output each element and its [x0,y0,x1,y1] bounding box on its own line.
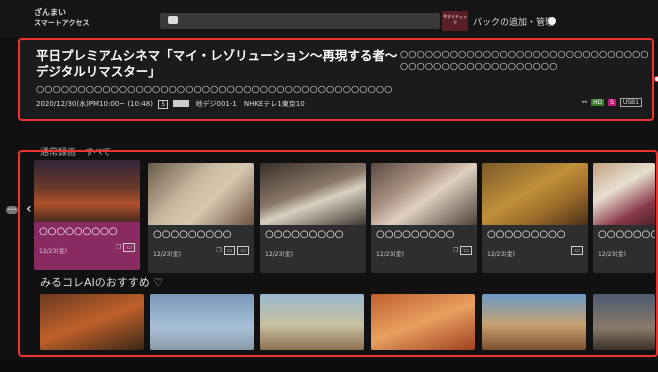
chevron-left-icon[interactable]: ‹ [26,201,32,217]
caption-icon: ▭ [223,246,236,255]
recording-card[interactable]: ○○○○○○○○○ 12/23(金) ❐ ▭ ▭ [148,163,254,273]
recording-thumbnail [34,160,140,222]
recording-thumbnail [260,163,366,225]
recording-date: 12/23(金) [487,251,515,258]
callout-marker-icon [654,76,658,82]
recording-card[interactable]: ○○○○○○○○○ 12/23(金) [260,163,366,273]
recording-date: 12/23(金) [153,251,181,258]
program-meta: 2020/12/30(水)PM10:00~ (10:48) 5 地デジ001-1… [36,99,305,109]
program-info-panel: 平日プレミアムシネマ「マイ・レゾリューション〜再現する者〜デジタルリマスター」 … [18,38,654,121]
subtitle-badge: S [608,99,616,106]
program-badges: ⚯ HD S USB1 [582,98,642,107]
program-title: 平日プレミアムシネマ「マイ・レゾリューション〜再現する者〜デジタルリマスター」 [36,48,398,79]
check-now-badge[interactable]: 今すぐチェック [442,11,468,31]
recommend-tile[interactable] [260,294,364,350]
recording-icons: ❐ ▭ [116,243,135,252]
recording-icons: ❐ ▭ ▭ [216,246,249,255]
recording-title: ○○○○○○○○○ [376,229,455,240]
watched-icon: ▭ [237,246,249,255]
recording-thumbnail [482,163,588,225]
recording-icons: ▭ [569,246,583,255]
recording-title: ○○○○○○○○○ [153,229,232,240]
more-icon[interactable]: ••• [6,206,18,214]
top-bar: ざんまい スマートアクセス 今すぐチェック パックの追加・管理 [0,0,658,38]
recommend-tile[interactable] [593,294,655,350]
lock-icon: ⚯ [582,99,588,106]
program-datetime: 2020/12/30(水)PM10:00~ (10:48) [36,100,153,108]
brand-subtitle: スマートアクセス [34,19,90,27]
caption-icon: ▭ [123,243,135,252]
recording-card[interactable]: ○○○○○○○○○ 12/23(金) ❐ ▭ [34,160,140,270]
copy-icon: ❐ [115,244,122,251]
heart-icon: ♡ [153,276,164,289]
caption-icon: ▭ [460,246,472,255]
hd-badge: HD [591,99,605,106]
recommend-tile[interactable] [40,294,144,350]
usb-badge: USB1 [619,98,642,107]
app-brand: ざんまい スマートアクセス [34,8,89,28]
program-description: ○○○○○○○○○○○○○○○○○○○○○○○○○○○○○○○○○○○○○○○○… [400,49,649,72]
recording-card[interactable]: ○○○○○○○○○ 12/23(金) ▭ [482,163,588,273]
program-channel: 地デジ001-1 NHKEテレ1東京10 [195,100,305,108]
bottom-hint-bar [0,360,658,372]
pack-manage-button[interactable]: パックの追加・管理 [473,15,554,28]
recording-thumbnail [593,163,655,225]
channel-number-icon: 5 [158,100,169,109]
recording-date: 12/23(金) [265,251,293,258]
chat-icon [168,16,178,24]
copy-icon: ❐ [216,247,222,254]
recommend-tile[interactable] [482,294,586,350]
recording-thumbnail [148,163,254,225]
recommend-tile[interactable] [150,294,254,350]
recording-icons: ❐ ▭ [453,246,472,255]
recording-title: ○○○○○○○○○ [265,229,344,240]
recording-title: ○○○○○○○○○ [39,226,118,237]
broadcast-logo-icon [173,100,190,107]
callout-marker-icon [548,17,556,25]
ai-recommend-title: みるコレAIのおすすめ ♡ [40,274,163,290]
recording-date: 12/23(金) [39,248,67,255]
recording-title: ○○○○○○○○○ [598,229,655,240]
recommend-tile[interactable] [371,294,475,350]
recording-thumbnail [371,163,477,225]
recording-card[interactable]: ○○○○○○○○○ 12/23(金) [593,163,655,273]
recording-date: 12/23(金) [598,251,626,258]
watched-icon: ▭ [571,246,583,255]
search-bar[interactable] [160,13,440,29]
brand-name: ざんまい [34,8,66,17]
ai-recommend-label: みるコレAIのおすすめ [40,276,150,289]
copy-icon: ❐ [452,247,459,254]
recording-card[interactable]: ○○○○○○○○○ 12/23(金) ❐ ▭ [371,163,477,273]
recording-date: 12/23(金) [376,251,404,258]
recording-title: ○○○○○○○○○ [487,229,566,240]
program-description-line: ○○○○○○○○○○○○○○○○○○○○○○○○○○○○○○○○○○○○○○○○… [36,84,393,95]
